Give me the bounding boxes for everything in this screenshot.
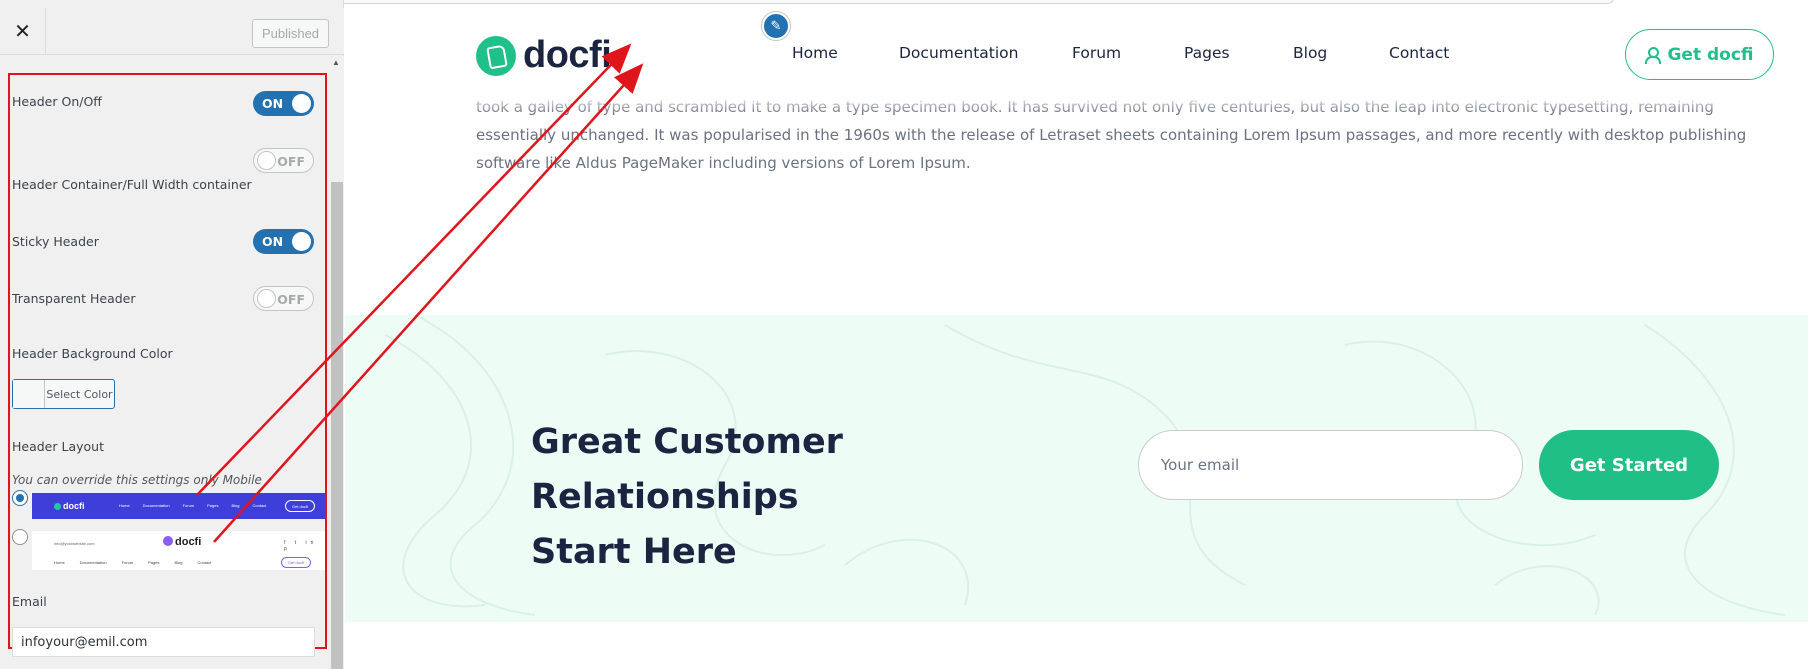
- thumb-nav-item: Forum: [121, 560, 134, 565]
- site-header: docfi ✎ Home Documentation Forum Pages B…: [345, 8, 1808, 114]
- thumb-nav-item: Documentation: [142, 503, 170, 508]
- nav-blog[interactable]: Blog: [1293, 44, 1389, 62]
- toggle-knob: [257, 151, 276, 170]
- site-logo[interactable]: docfi: [476, 34, 612, 77]
- header-container-label: Header Container/Full Width container: [12, 177, 252, 192]
- band-title: Great Customer Relationships Start Here: [531, 415, 1091, 580]
- toggle-state-text: ON: [262, 234, 284, 249]
- toggle-knob: [257, 289, 276, 308]
- thumb-nav-item: Forum: [182, 503, 195, 508]
- get-started-button[interactable]: Get Started: [1539, 430, 1719, 500]
- color-swatch: [13, 380, 45, 408]
- thumb-nav-item: Contact: [252, 503, 267, 508]
- email-label: Email: [12, 594, 47, 609]
- thumb-email: info@yourwebsite.com: [54, 541, 95, 546]
- header-layout2-thumbnail[interactable]: info@yourwebsite.com docfi f t in p Home…: [32, 530, 325, 570]
- select-color-label: Select Color: [46, 387, 113, 401]
- customizer-header: ✕ Published: [0, 8, 344, 55]
- edit-pencil-icon[interactable]: ✎: [762, 12, 790, 40]
- scroll-up-arrow-icon[interactable]: ▲: [332, 58, 340, 67]
- cta-band: Great Customer Relationships Start Here …: [345, 315, 1808, 622]
- nav-contact[interactable]: Contact: [1389, 44, 1479, 62]
- thumb-nav-item: Contact: [197, 560, 212, 565]
- sidebar-scrollbar[interactable]: ▲: [330, 56, 344, 669]
- email-field[interactable]: infoyour@emil.com: [12, 627, 315, 657]
- thumb-cta: Get docfi: [285, 500, 315, 512]
- thumb-cta: Get docfi: [281, 557, 311, 568]
- thumb-nav-item: Home: [119, 503, 130, 508]
- thumb-logo: docfi: [163, 536, 201, 548]
- thumb-nav: Home Documentation Forum Pages Blog Cont…: [54, 560, 211, 565]
- band-title-line: Start Here: [531, 532, 737, 572]
- newsletter-email-input[interactable]: Your email: [1138, 430, 1523, 500]
- thumb-nav-item: Home: [54, 560, 65, 565]
- nav-documentation[interactable]: Documentation: [899, 44, 1072, 62]
- thumb-nav: Home Documentation Forum Pages Blog Cont…: [119, 503, 266, 508]
- thumb-nav-item: Pages: [207, 503, 219, 508]
- header-onoff-label: Header On/Off: [12, 94, 102, 109]
- header-layout1-thumbnail[interactable]: docfi Home Documentation Forum Pages Blo…: [32, 493, 325, 519]
- band-title-line: Great Customer Relationships: [531, 422, 843, 517]
- main-nav: Home Documentation Forum Pages Blog Cont…: [792, 44, 1479, 62]
- close-icon: ✕: [14, 21, 31, 43]
- sticky-header-toggle[interactable]: ON: [253, 229, 314, 254]
- cta-label: Get docfi: [1667, 44, 1754, 65]
- customizer-sidebar: ✕ Published ▲ Header On/Off ON OFF Heade…: [0, 0, 344, 669]
- header-onoff-toggle[interactable]: ON: [253, 91, 314, 116]
- get-docfi-button[interactable]: Get docfi: [1625, 29, 1774, 80]
- toggle-state-text: OFF: [277, 292, 305, 307]
- user-icon: [1645, 46, 1662, 64]
- thumb-nav-item: Blog: [231, 503, 240, 508]
- close-customizer-button[interactable]: ✕: [0, 8, 46, 55]
- thumb-nav-item: Documentation: [79, 560, 107, 565]
- thumb-nav-item: Blog: [174, 560, 183, 565]
- header-layout-hint: You can override this settings only Mobi…: [12, 473, 262, 487]
- header-layout-label: Header Layout: [12, 439, 104, 454]
- nav-pages[interactable]: Pages: [1184, 44, 1293, 62]
- thumb-logo: docfi: [54, 501, 85, 511]
- published-button[interactable]: Published: [252, 19, 329, 48]
- transparent-header-toggle[interactable]: OFF: [253, 286, 314, 311]
- toggle-knob: [292, 232, 311, 251]
- thumb-social-icons: f t in p: [284, 540, 318, 552]
- nav-forum[interactable]: Forum: [1072, 44, 1184, 62]
- thumb-nav-item: Pages: [148, 560, 160, 565]
- select-color-button[interactable]: Select Color: [12, 379, 115, 409]
- sticky-header-label: Sticky Header: [12, 234, 99, 249]
- toggle-state-text: ON: [262, 96, 284, 111]
- logo-mark-icon: [476, 35, 516, 76]
- site-preview: took a galley of type and scrambled it t…: [345, 8, 1808, 669]
- layout2-radio[interactable]: [12, 529, 28, 545]
- header-bg-color-label: Header Background Color: [12, 346, 173, 361]
- transparent-header-label: Transparent Header: [12, 291, 136, 306]
- header-container-toggle[interactable]: OFF: [253, 148, 314, 173]
- nav-home[interactable]: Home: [792, 44, 899, 62]
- toggle-knob: [292, 94, 311, 113]
- toggle-state-text: OFF: [277, 154, 305, 169]
- scrollbar-thumb[interactable]: [331, 182, 343, 669]
- logo-text: docfi: [523, 34, 612, 76]
- layout1-radio[interactable]: [12, 490, 28, 506]
